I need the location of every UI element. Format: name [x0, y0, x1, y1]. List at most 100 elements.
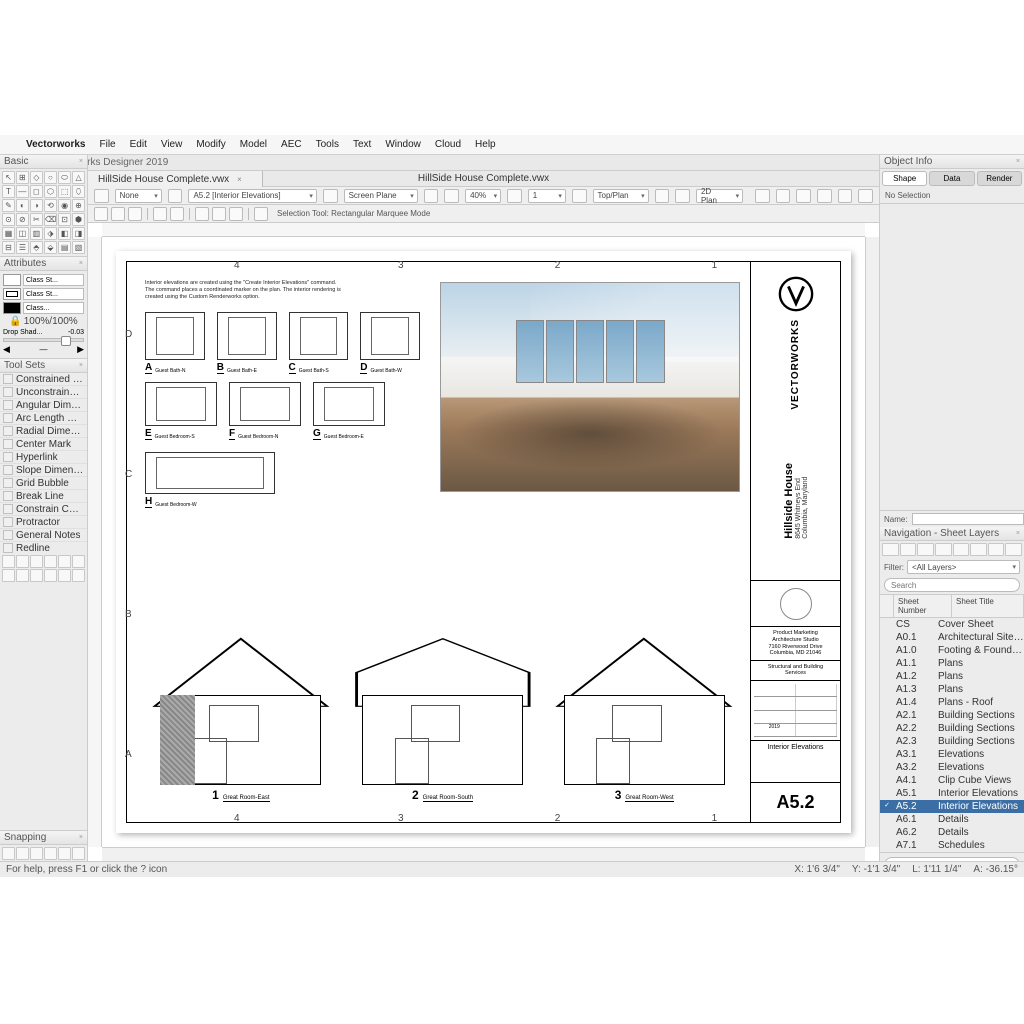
menu-tools[interactable]: Tools	[316, 139, 339, 150]
class-dropdown[interactable]: None	[115, 189, 162, 203]
basic-tool-24[interactable]: ▦	[2, 227, 15, 240]
walkthrough-button[interactable]	[776, 189, 791, 203]
cursor-mode-icon[interactable]	[94, 207, 108, 221]
basic-tool-21[interactable]: ⌫	[44, 213, 57, 226]
basic-tool-26[interactable]: ▥	[30, 227, 43, 240]
name-input[interactable]	[912, 513, 1024, 525]
basic-tool-11[interactable]: ⬯	[72, 185, 85, 198]
nav-toolbar-6[interactable]	[988, 543, 1005, 556]
nav-sheet-item[interactable]: A2.1Building Sections	[880, 709, 1024, 722]
menu-modify[interactable]: Modify	[196, 139, 225, 150]
basic-tool-18[interactable]: ⊙	[2, 213, 15, 226]
nav-sheet-item[interactable]: A2.3Building Sections	[880, 735, 1024, 748]
saved-view-button[interactable]	[507, 189, 522, 203]
toolset-item[interactable]: Arc Length Dim...	[0, 412, 87, 425]
close-icon[interactable]: ×	[1016, 530, 1020, 537]
nav-sheet-item[interactable]: A7.1Schedules	[880, 839, 1024, 852]
nav-search-input[interactable]	[884, 578, 1020, 592]
mode-option-2[interactable]	[212, 207, 226, 221]
basic-tool-28[interactable]: ◧	[58, 227, 71, 240]
basic-tool-13[interactable]: ◐	[16, 199, 29, 212]
menu-aec[interactable]: AEC	[281, 139, 302, 150]
toolset-tab-4[interactable]	[58, 555, 71, 568]
mode-option-1[interactable]	[195, 207, 209, 221]
basic-tool-25[interactable]: ◫	[16, 227, 29, 240]
nav-toolbar-2[interactable]	[917, 543, 934, 556]
tab-data[interactable]: Data	[929, 171, 974, 186]
toolset-item[interactable]: Center Mark	[0, 438, 87, 451]
basic-tool-10[interactable]: ⬚	[58, 185, 71, 198]
shadow-slider[interactable]	[3, 338, 84, 342]
toolset-tab-0[interactable]	[2, 555, 15, 568]
arrow-end-icon[interactable]: ▶	[77, 344, 84, 355]
toolset-tab-1[interactable]	[16, 555, 29, 568]
toolset-item[interactable]: Slope Dimension	[0, 464, 87, 477]
fill-swatch[interactable]	[3, 274, 21, 286]
nav-sheet-item[interactable]: A1.3Plans	[880, 683, 1024, 696]
sheet-layer-dropdown[interactable]: A5.2 [Interior Elevations]	[188, 189, 316, 203]
multi-select-icon[interactable]	[170, 207, 184, 221]
nav-sheet-item[interactable]: A0.1Architectural Site Plan	[880, 631, 1024, 644]
fill-class-dropdown[interactable]: Class St...	[23, 274, 84, 286]
basic-tool-2[interactable]: ◇	[30, 171, 43, 184]
menu-window[interactable]: Window	[385, 139, 421, 150]
toolset-tab-3[interactable]	[44, 555, 57, 568]
lasso-mode-icon[interactable]	[128, 207, 142, 221]
menu-text[interactable]: Text	[353, 139, 371, 150]
nav-toolbar-0[interactable]	[882, 543, 899, 556]
shadow-button[interactable]	[817, 189, 832, 203]
nav-sheet-item[interactable]: A4.1Clip Cube Views	[880, 774, 1024, 787]
toolset-item[interactable]: Protractor	[0, 516, 87, 529]
basic-tool-4[interactable]: ⬭	[58, 171, 71, 184]
zoom-out-button[interactable]	[424, 189, 439, 203]
plan-mode-dropdown[interactable]: 2D Plan	[696, 189, 743, 203]
basic-tool-33[interactable]: ⬙	[44, 241, 57, 254]
nav-sheet-item[interactable]: A6.1Details	[880, 813, 1024, 826]
scrollbar-vertical[interactable]	[865, 237, 879, 847]
toolset-tab-11[interactable]	[72, 569, 85, 582]
light-button[interactable]	[796, 189, 811, 203]
nav-toolbar-5[interactable]	[970, 543, 987, 556]
basic-tool-1[interactable]: ⊞	[16, 171, 29, 184]
basic-tool-3[interactable]: ○	[44, 171, 57, 184]
toolset-item[interactable]: Grid Bubble	[0, 477, 87, 490]
toolset-tab-10[interactable]	[58, 569, 71, 582]
projection-button[interactable]	[675, 189, 690, 203]
drawing-area[interactable]: 4 3 2 1 4 3 2 1 D C B A VECTORWORKS	[88, 223, 879, 861]
basic-tool-7[interactable]: ―	[16, 185, 29, 198]
tab-shape[interactable]: Shape	[882, 171, 927, 186]
marquee-mode-icon[interactable]	[111, 207, 125, 221]
view-button[interactable]	[572, 189, 587, 203]
nav-toolbar-7[interactable]	[1005, 543, 1022, 556]
menu-cloud[interactable]: Cloud	[435, 139, 461, 150]
close-tab-icon[interactable]: ×	[237, 175, 242, 184]
nav-toolbar-1[interactable]	[900, 543, 917, 556]
nav-sheet-item[interactable]: A1.2Plans	[880, 670, 1024, 683]
toolset-tab-2[interactable]	[30, 555, 43, 568]
basic-tool-14[interactable]: ◑	[30, 199, 43, 212]
basic-tool-15[interactable]: ⟲	[44, 199, 57, 212]
zoom-dropdown[interactable]: 40%	[465, 189, 501, 203]
tab-render[interactable]: Render	[977, 171, 1022, 186]
basic-tool-27[interactable]: ⬗	[44, 227, 57, 240]
scale-dropdown[interactable]: 1	[528, 189, 566, 203]
menu-view[interactable]: View	[161, 139, 183, 150]
line-class-dropdown[interactable]: Class...	[23, 302, 84, 314]
col-sheet-title[interactable]: Sheet Title	[952, 595, 1024, 617]
toolset-tab-8[interactable]	[30, 569, 43, 582]
snap-toggle-4[interactable]	[58, 847, 71, 860]
flyover-button[interactable]	[755, 189, 770, 203]
document-tab[interactable]: HillSide House Complete.vwx ×	[88, 171, 263, 187]
close-icon[interactable]: ×	[79, 260, 83, 267]
arrow-start-icon[interactable]: ◀	[3, 344, 10, 355]
toolset-item[interactable]: Constrained Lin...	[0, 373, 87, 386]
basic-tool-20[interactable]: ✂	[30, 213, 43, 226]
basic-tool-19[interactable]: ⊘	[16, 213, 29, 226]
basic-tool-22[interactable]: ⊡	[58, 213, 71, 226]
view-dropdown[interactable]: Top/Plan	[593, 189, 649, 203]
line-style-icon[interactable]: —	[40, 345, 48, 354]
nav-sheet-item[interactable]: A3.2Elevations	[880, 761, 1024, 774]
snap-toggle-2[interactable]	[30, 847, 43, 860]
nav-sheet-item[interactable]: A1.0Footing & Foundation Pl...	[880, 644, 1024, 657]
line-swatch[interactable]	[3, 302, 21, 314]
